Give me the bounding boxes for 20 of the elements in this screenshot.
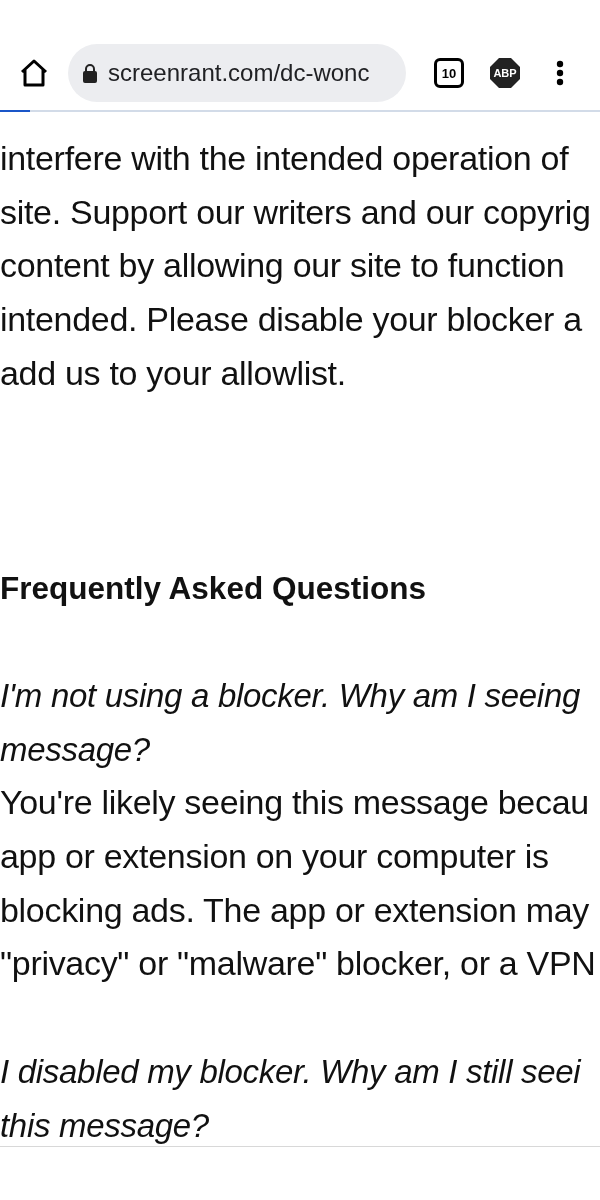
paragraph-line: interfere with the intended operation of	[0, 138, 569, 179]
question-line: I disabled my blocker. Why am I still seei	[0, 1051, 581, 1092]
tab-switcher-button[interactable]: 10	[434, 58, 464, 88]
address-bar[interactable]: screenrant.com/dc-wonc	[68, 44, 406, 102]
home-icon[interactable]	[18, 57, 50, 89]
paragraph-line: add us to your allowlist.	[0, 352, 346, 394]
answer-line: blocking ads. The app or extension may	[0, 889, 589, 931]
lock-icon	[82, 63, 98, 83]
question-line: I'm not using a blocker. Why am I seeing	[0, 675, 580, 716]
menu-icon[interactable]	[556, 60, 564, 86]
paragraph-line: content by allowing our site to function	[0, 245, 565, 287]
paragraph-line: intended. Please disable your blocker a	[0, 299, 582, 341]
answer-line: app or extension on your computer is	[0, 836, 549, 877]
question-line: this message?	[0, 1105, 209, 1146]
extension-button[interactable]: ABP	[490, 58, 520, 88]
paragraph-line: site. Support our writers and our copyrig	[0, 191, 591, 233]
answer-line: You're likely seeing this message becau	[0, 782, 589, 824]
section-heading: Frequently Asked Questions	[0, 568, 426, 608]
question-line: message?	[0, 729, 150, 770]
answer-line: "privacy" or "malware" blocker, or a VPN	[0, 943, 596, 985]
